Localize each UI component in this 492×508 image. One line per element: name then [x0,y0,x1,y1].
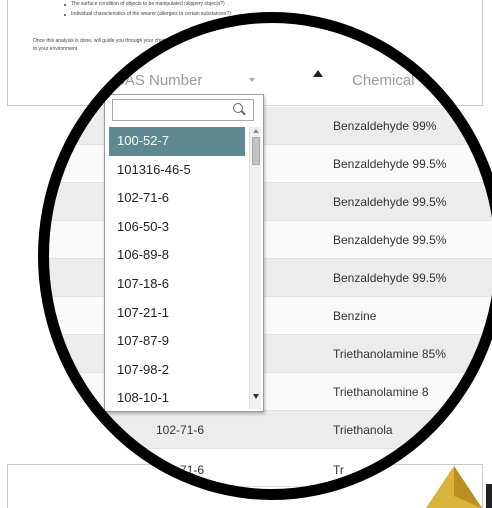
chemical-cell: Benzine [333,309,377,323]
chemical-cell: Benzaldehyde 99.5% [333,271,447,285]
column-header-chemical[interactable]: Chemical [352,72,415,89]
scroll-up-arrow-icon[interactable] [253,129,259,133]
magnifier-lens: CAS Number Chemical Benzaldehyde 99% Ben… [38,12,492,500]
sort-ascending-icon[interactable] [313,70,323,77]
cas-option[interactable]: 107-18-6 [109,270,245,299]
chemical-cell: Benzaldehyde 99.5% [333,195,447,209]
chemical-cell: Benzaldehyde 99% [333,119,437,133]
cas-option[interactable]: 106-50-3 [109,213,245,242]
brand-logo-icon [426,466,492,508]
cas-cell: 102-71-6 [156,463,205,477]
cas-option[interactable]: 107-87-9 [109,327,245,356]
scrollbar-thumb[interactable] [252,137,260,165]
table-row[interactable]: 102-71-6 Triethanola [38,411,492,449]
cas-cell: 102-71-6 [156,423,205,437]
cas-option[interactable]: 108-10-1 [109,384,245,411]
cas-option[interactable]: 107-98-2 [109,356,245,385]
cas-option-list: 100-52-7 101316-46-5 102-71-6 106-50-3 1… [109,127,245,411]
cas-number-dropdown[interactable]: 100-52-7 101316-46-5 102-71-6 106-50-3 1… [104,94,264,412]
column-header-cas[interactable]: CAS Number [114,72,202,89]
cas-select-arrow-icon[interactable] [249,78,255,82]
dropdown-scrollbar[interactable] [249,127,261,409]
cas-option[interactable]: 101316-46-5 [109,156,245,185]
search-icon[interactable] [233,103,243,113]
cas-option[interactable]: 106-89-8 [109,241,245,270]
screenshot-stage: The surface condition of objects to be m… [0,0,492,508]
scroll-down-arrow-icon[interactable] [253,394,259,399]
cas-option[interactable]: 107-21-1 [109,299,245,328]
chemical-cell: Triethanola [333,423,393,437]
cas-option[interactable]: 102-71-6 [109,184,245,213]
chemical-cell: Triethanolamine 8 [333,385,429,399]
chemical-cell: Benzaldehyde 99.5% [333,157,447,171]
cas-option-selected[interactable]: 100-52-7 [109,127,245,156]
chemical-cell: Benzaldehyde 99.5% [333,233,447,247]
chemical-cell: Tr [333,463,344,477]
chemical-cell: Triethanolamine 85% [333,347,446,361]
